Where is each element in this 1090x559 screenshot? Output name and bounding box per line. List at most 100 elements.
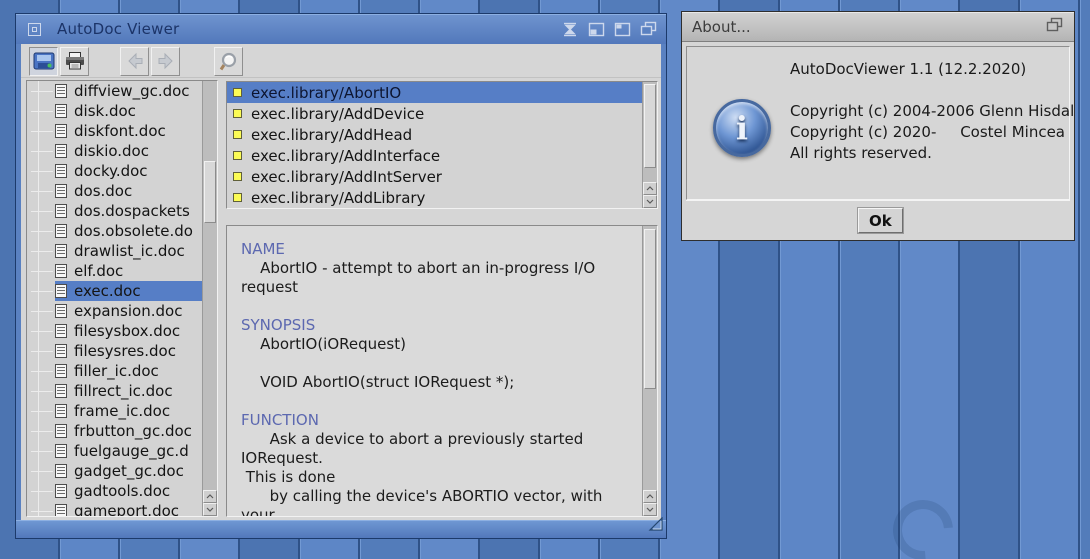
tree-item-label: frame_ic.doc bbox=[74, 402, 170, 420]
function-list-scrollbar-thumb[interactable] bbox=[644, 84, 656, 168]
tree-item-highlight: gadtools.doc bbox=[55, 481, 202, 501]
tree-item-label: expansion.doc bbox=[74, 302, 182, 320]
depth-icon[interactable] bbox=[640, 21, 658, 37]
tree-branch bbox=[27, 301, 55, 321]
tree-item-highlight: diskfont.doc bbox=[55, 121, 202, 141]
function-list-item[interactable]: exec.library/AbortIO bbox=[227, 82, 642, 103]
function-bullet-icon bbox=[233, 193, 242, 202]
about-titlebar[interactable]: About... bbox=[682, 12, 1074, 42]
tree-item[interactable]: gadtools.doc bbox=[27, 481, 202, 501]
function-list-item[interactable]: exec.library/AddInterface bbox=[227, 145, 642, 166]
doc-text-panel[interactable]: NAME AbortIO - attempt to abort an in-pr… bbox=[226, 225, 658, 517]
tree-scroll-buttons bbox=[203, 490, 217, 516]
tree-item[interactable]: exec.doc bbox=[27, 281, 202, 301]
tree-item-label: gadtools.doc bbox=[74, 482, 170, 500]
tree-item-label: filesysbox.doc bbox=[74, 322, 180, 340]
zoom-icon[interactable] bbox=[588, 22, 605, 37]
tree-scrollbar-thumb[interactable] bbox=[204, 161, 216, 223]
tree-item-highlight: dos.obsolete.do bbox=[55, 221, 202, 241]
tree-item-label: diskfont.doc bbox=[74, 122, 166, 140]
doc-text-line bbox=[241, 297, 638, 316]
tree-item[interactable]: fuelgauge_gc.d bbox=[27, 441, 202, 461]
scroll-down-icon[interactable] bbox=[643, 195, 657, 208]
function-list-item-label: exec.library/AddInterface bbox=[251, 147, 440, 165]
back-button[interactable] bbox=[120, 47, 149, 76]
main-titlebar[interactable]: AutoDoc Viewer bbox=[16, 14, 666, 44]
tree-branch bbox=[27, 421, 55, 441]
tree-item[interactable]: disk.doc bbox=[27, 101, 202, 121]
tree-item[interactable]: expansion.doc bbox=[27, 301, 202, 321]
forward-button[interactable] bbox=[151, 47, 180, 76]
tree-item[interactable]: filler_ic.doc bbox=[27, 361, 202, 381]
scroll-down-icon[interactable] bbox=[643, 503, 657, 516]
toolbar bbox=[21, 44, 661, 78]
resize-icon[interactable] bbox=[648, 517, 664, 536]
tree-item[interactable]: dos.doc bbox=[27, 181, 202, 201]
tree-item-label: diffview_gc.doc bbox=[74, 82, 190, 100]
scroll-up-icon[interactable] bbox=[643, 490, 657, 503]
tree-item[interactable]: frame_ic.doc bbox=[27, 401, 202, 421]
tree-item[interactable]: docky.doc bbox=[27, 161, 202, 181]
doc-section-heading: NAME bbox=[241, 240, 638, 259]
function-list-scrollbar[interactable] bbox=[642, 82, 657, 208]
tree-item[interactable]: diffview_gc.doc bbox=[27, 81, 202, 101]
tree-item[interactable]: gameport.doc bbox=[27, 501, 202, 516]
tree-item[interactable]: diskio.doc bbox=[27, 141, 202, 161]
document-icon bbox=[55, 464, 67, 478]
open-disk-button[interactable] bbox=[29, 47, 58, 76]
tree-item-highlight: gameport.doc bbox=[55, 501, 202, 516]
doc-text-scrollbar[interactable] bbox=[642, 226, 657, 516]
scroll-up-icon[interactable] bbox=[643, 182, 657, 195]
desktop: AutoDoc Viewer bbox=[0, 0, 1090, 559]
function-bullet-icon bbox=[233, 130, 242, 139]
document-icon bbox=[55, 364, 67, 378]
document-icon bbox=[55, 484, 67, 498]
doc-text-scrollbar-thumb[interactable] bbox=[644, 229, 656, 389]
tree-branch bbox=[27, 441, 55, 461]
tree-item[interactable]: filesysres.doc bbox=[27, 341, 202, 361]
tree-item[interactable]: gadget_gc.doc bbox=[27, 461, 202, 481]
tree-branch bbox=[27, 81, 55, 101]
close-icon[interactable] bbox=[28, 23, 41, 36]
tree-item-label: diskio.doc bbox=[74, 142, 149, 160]
size-icon[interactable] bbox=[614, 22, 631, 37]
tree-item[interactable]: dos.obsolete.do bbox=[27, 221, 202, 241]
tree-branch bbox=[27, 221, 55, 241]
about-title: About... bbox=[692, 18, 751, 36]
tree-item-highlight: fuelgauge_gc.d bbox=[55, 441, 202, 461]
scroll-down-icon[interactable] bbox=[203, 503, 217, 516]
tree-item-label: gadget_gc.doc bbox=[74, 462, 184, 480]
forward-icon bbox=[156, 52, 176, 70]
about-copyright-2: Copyright (c) 2020- Costel Mincea bbox=[790, 122, 1074, 143]
document-icon bbox=[55, 424, 67, 438]
window-title: AutoDoc Viewer bbox=[57, 20, 179, 38]
iconify-icon[interactable] bbox=[561, 22, 579, 37]
tree-item[interactable]: elf.doc bbox=[27, 261, 202, 281]
tree-item-label: filesysres.doc bbox=[74, 342, 176, 360]
doc-text-line: Ask a device to abort a previously start… bbox=[241, 430, 638, 468]
tree-item-label: filler_ic.doc bbox=[74, 362, 159, 380]
tree-branch bbox=[27, 161, 55, 181]
tree-branch bbox=[27, 181, 55, 201]
tree-item[interactable]: dos.dospackets bbox=[27, 201, 202, 221]
tree-item[interactable]: diskfont.doc bbox=[27, 121, 202, 141]
tree-item[interactable]: filesysbox.doc bbox=[27, 321, 202, 341]
scroll-up-icon[interactable] bbox=[203, 490, 217, 503]
function-list-item[interactable]: exec.library/AddDevice bbox=[227, 103, 642, 124]
depth-icon[interactable] bbox=[1046, 17, 1064, 33]
function-list-item[interactable]: exec.library/AddLibrary bbox=[227, 187, 642, 208]
function-bullet-icon bbox=[233, 172, 242, 181]
search-button[interactable] bbox=[214, 47, 243, 76]
ok-button[interactable]: Ok bbox=[858, 208, 903, 233]
tree-item-label: exec.doc bbox=[74, 282, 141, 300]
function-list-item[interactable]: exec.library/AddIntServer bbox=[227, 166, 642, 187]
tree-item-highlight: fillrect_ic.doc bbox=[55, 381, 202, 401]
open-disk-icon bbox=[33, 51, 55, 71]
print-button[interactable] bbox=[60, 47, 89, 76]
tree-item[interactable]: frbutton_gc.doc bbox=[27, 421, 202, 441]
tree-item[interactable]: drawlist_ic.doc bbox=[27, 241, 202, 261]
tree-scrollbar[interactable] bbox=[202, 81, 217, 516]
function-list-item[interactable]: exec.library/AddHead bbox=[227, 124, 642, 145]
tree-item[interactable]: fillrect_ic.doc bbox=[27, 381, 202, 401]
document-icon bbox=[55, 284, 67, 298]
